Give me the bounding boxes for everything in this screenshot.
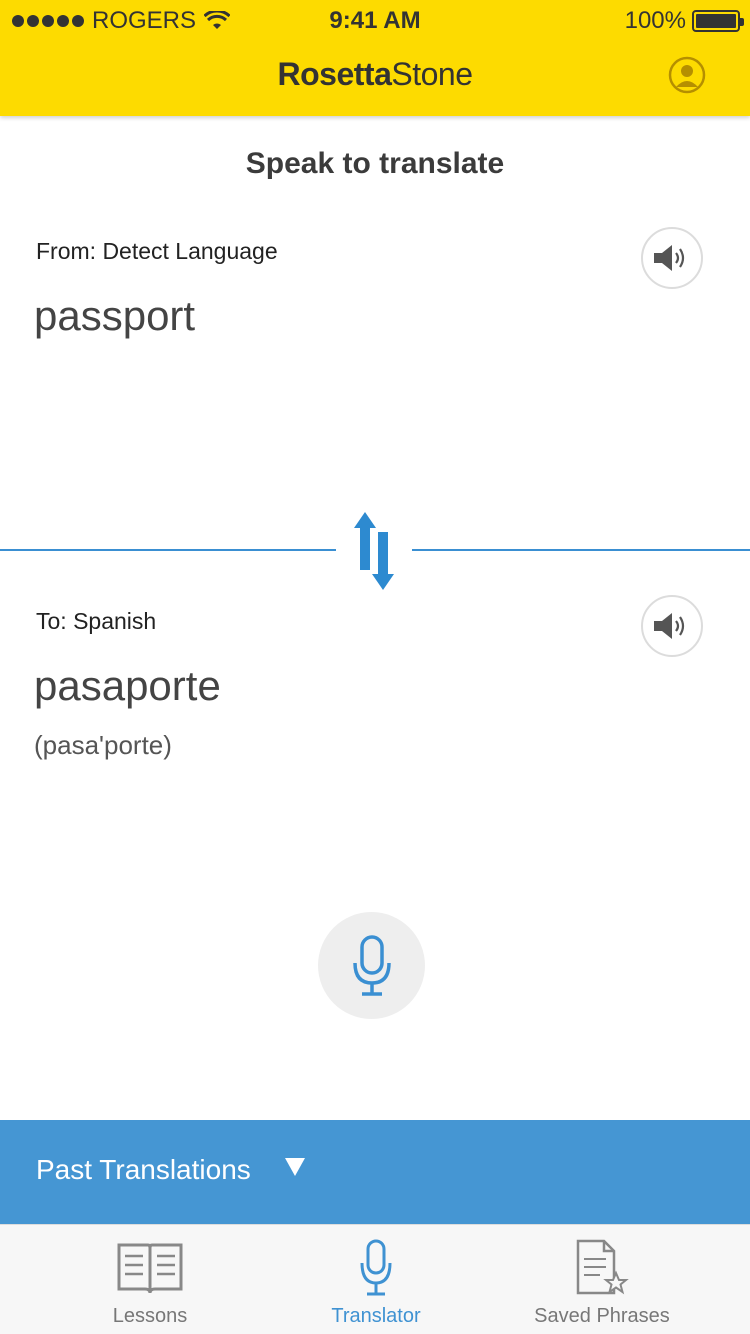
book-icon bbox=[117, 1243, 183, 1294]
speaker-icon bbox=[654, 245, 685, 271]
app-header: ROGERS 9:41 AM 100% RosettaStone bbox=[0, 0, 750, 116]
brand-part1: Rosetta bbox=[277, 56, 392, 92]
microphone-button[interactable] bbox=[318, 912, 425, 1019]
brand-logo: RosettaStone bbox=[0, 56, 750, 93]
from-speaker-button[interactable] bbox=[641, 227, 703, 289]
tab-saved-phrases[interactable]: Saved Phrases bbox=[477, 1225, 727, 1334]
translated-text: pasaporte bbox=[34, 662, 221, 709]
past-translations-label: Past Translations bbox=[36, 1154, 251, 1185]
to-language-selector[interactable]: To: Spanish bbox=[36, 608, 156, 635]
tab-lessons[interactable]: Lessons bbox=[25, 1225, 275, 1334]
document-star-icon bbox=[576, 1239, 629, 1295]
brand-part2: Stone bbox=[391, 56, 473, 92]
user-circle-icon[interactable] bbox=[668, 56, 706, 94]
past-translations-bar[interactable]: Past Translations bbox=[0, 1120, 750, 1224]
swap-arrows-icon[interactable] bbox=[351, 510, 397, 592]
microphone-icon bbox=[352, 934, 391, 996]
phonetic-text: (pasa'porte) bbox=[34, 730, 172, 760]
tab-translator[interactable]: Translator bbox=[251, 1225, 501, 1334]
divider-right bbox=[412, 549, 750, 551]
from-language-selector[interactable]: From: Detect Language bbox=[36, 238, 278, 265]
to-speaker-button[interactable] bbox=[641, 595, 703, 657]
tab-lessons-label: Lessons bbox=[112, 1305, 188, 1327]
microphone-icon bbox=[360, 1239, 392, 1296]
page-title: Speak to translate bbox=[245, 147, 505, 180]
divider-left bbox=[0, 549, 336, 551]
battery-percent: 100% bbox=[624, 7, 686, 34]
tab-saved-phrases-label: Saved Phrases bbox=[534, 1305, 670, 1327]
status-bar: ROGERS 9:41 AM 100% bbox=[0, 0, 750, 40]
tab-translator-label: Translator bbox=[331, 1305, 421, 1327]
speaker-icon bbox=[654, 613, 685, 639]
source-text[interactable]: passport bbox=[34, 292, 195, 340]
chevron-down-icon bbox=[285, 1158, 305, 1176]
tab-bar: Lessons Translator Saved Phrases bbox=[0, 1224, 750, 1334]
battery-icon bbox=[692, 10, 744, 32]
battery-status: 100% bbox=[624, 7, 744, 35]
